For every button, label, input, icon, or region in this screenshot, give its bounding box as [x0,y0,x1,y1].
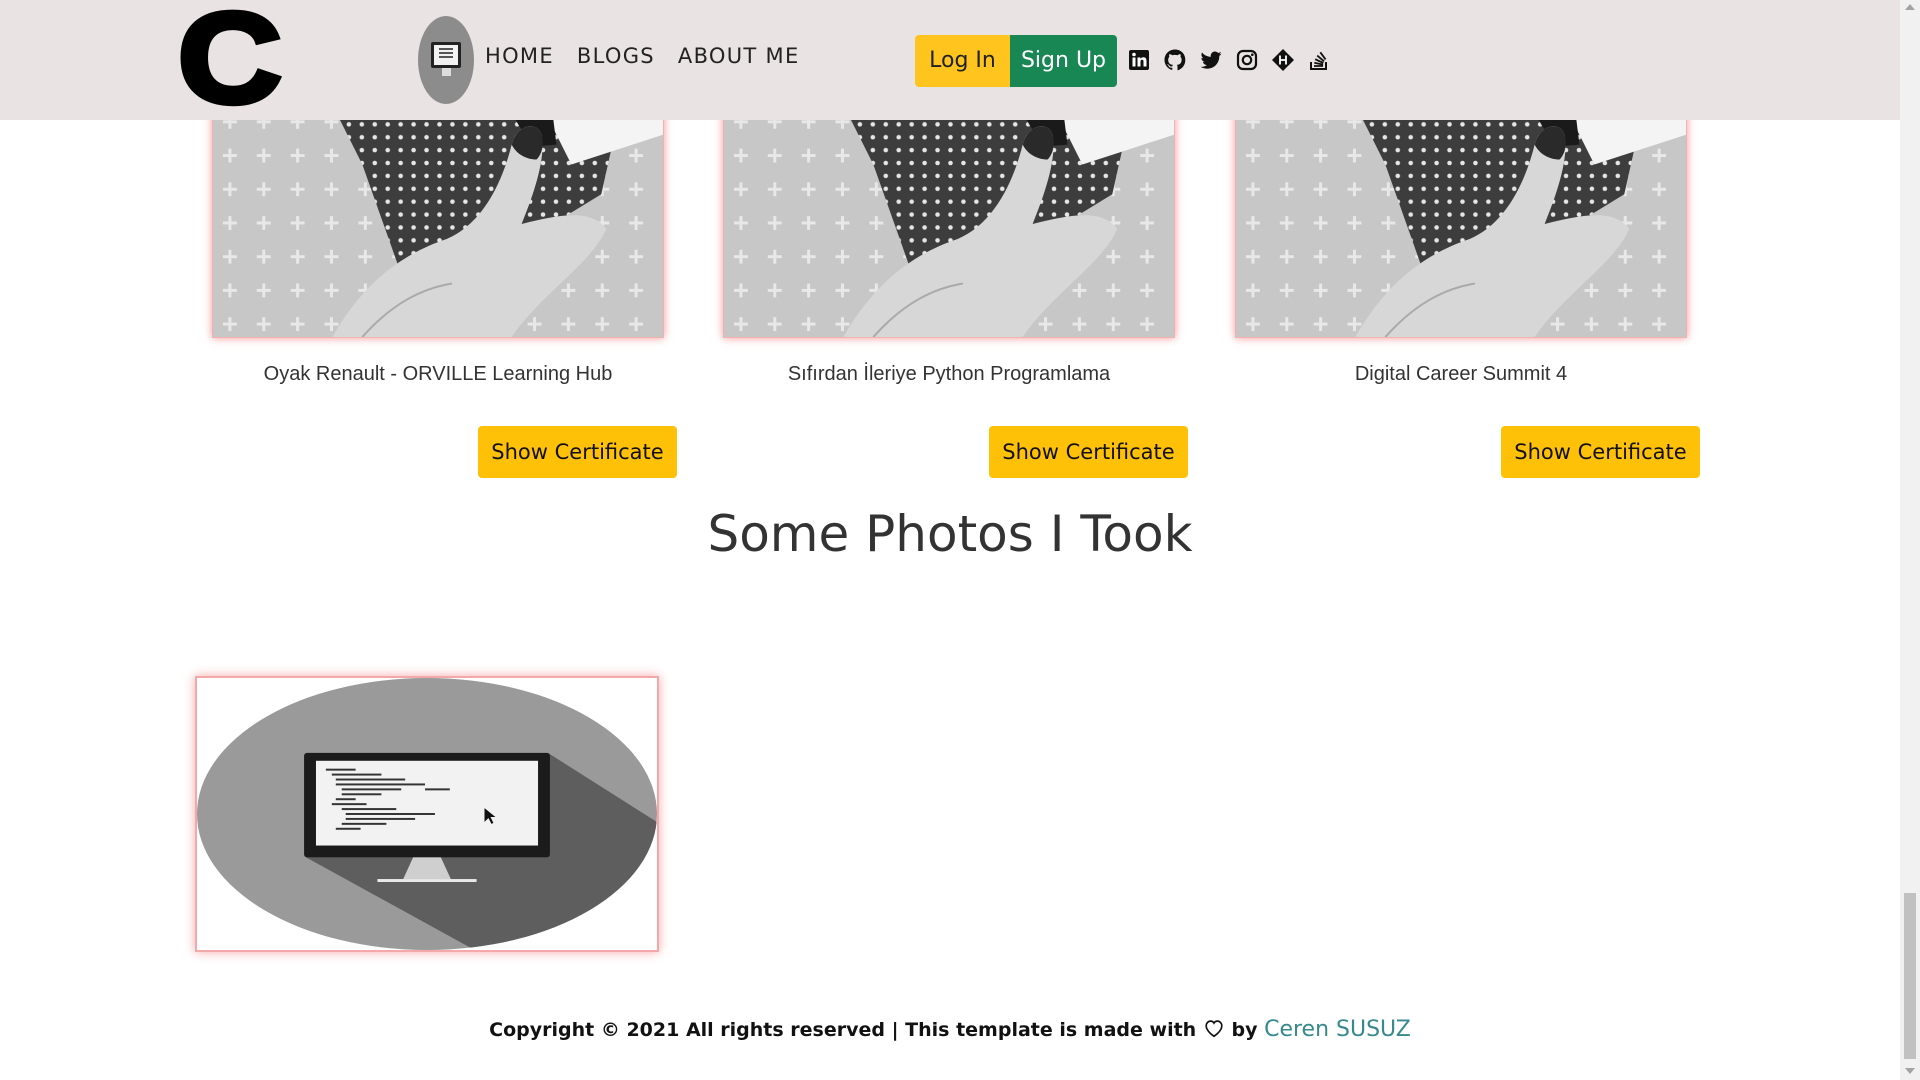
certificate-title: Oyak Renault - ORVILLE Learning Hub [263,363,613,385]
hashnode-icon[interactable] [1271,48,1295,72]
site-footer: Copyright © 2021 All rights reserved | T… [0,1017,1900,1042]
scroll-up-arrow-icon[interactable] [1905,4,1915,10]
photo-item[interactable] [195,676,659,952]
nav-home[interactable]: HOME [485,44,554,68]
show-certificate-button[interactable]: Show Certificate [989,426,1188,478]
certificate-title: Digital Career Summit 4 [1354,363,1568,385]
certificate-image [723,104,1175,338]
social-links [1127,48,1331,72]
avatar-stand [442,68,451,76]
show-certificate-button[interactable]: Show Certificate [1501,426,1700,478]
copyright-text: Copyright © 2021 All rights reserved | T… [489,1019,1197,1041]
scroll-down-arrow-icon[interactable] [1905,1068,1915,1074]
signup-button[interactable]: Sign Up [1010,35,1117,87]
author-link[interactable]: Ceren SUSUZ [1264,1017,1411,1042]
footer-by: by [1231,1019,1258,1041]
show-certificate-button[interactable]: Show Certificate [478,426,677,478]
avatar-screen [431,42,461,68]
certificate-title: Sıfırdan İleriye Python Programlama [787,363,1111,385]
main-nav: HOME BLOGS ABOUT ME [485,44,800,68]
computer-avatar-icon[interactable] [418,16,474,104]
page-scrollbar[interactable] [1900,0,1920,1080]
instagram-icon[interactable] [1235,48,1259,72]
photos-section-title: Some Photos I Took [707,505,1193,563]
certificate-image [212,104,664,338]
nav-about-me[interactable]: ABOUT ME [678,44,800,68]
certificate-image [1235,104,1687,338]
site-header: C HOME BLOGS ABOUT ME Log In Sign Up [0,0,1900,126]
scrollbar-thumb[interactable] [1904,893,1916,1059]
site-logo[interactable]: C [175,0,285,126]
stackoverflow-icon[interactable] [1307,48,1331,72]
heart-icon [1205,1020,1223,1038]
login-button[interactable]: Log In [915,35,1010,87]
github-icon[interactable] [1163,48,1187,72]
nav-blogs[interactable]: BLOGS [577,44,655,68]
linkedin-icon[interactable] [1127,48,1151,72]
twitter-icon[interactable] [1199,48,1223,72]
